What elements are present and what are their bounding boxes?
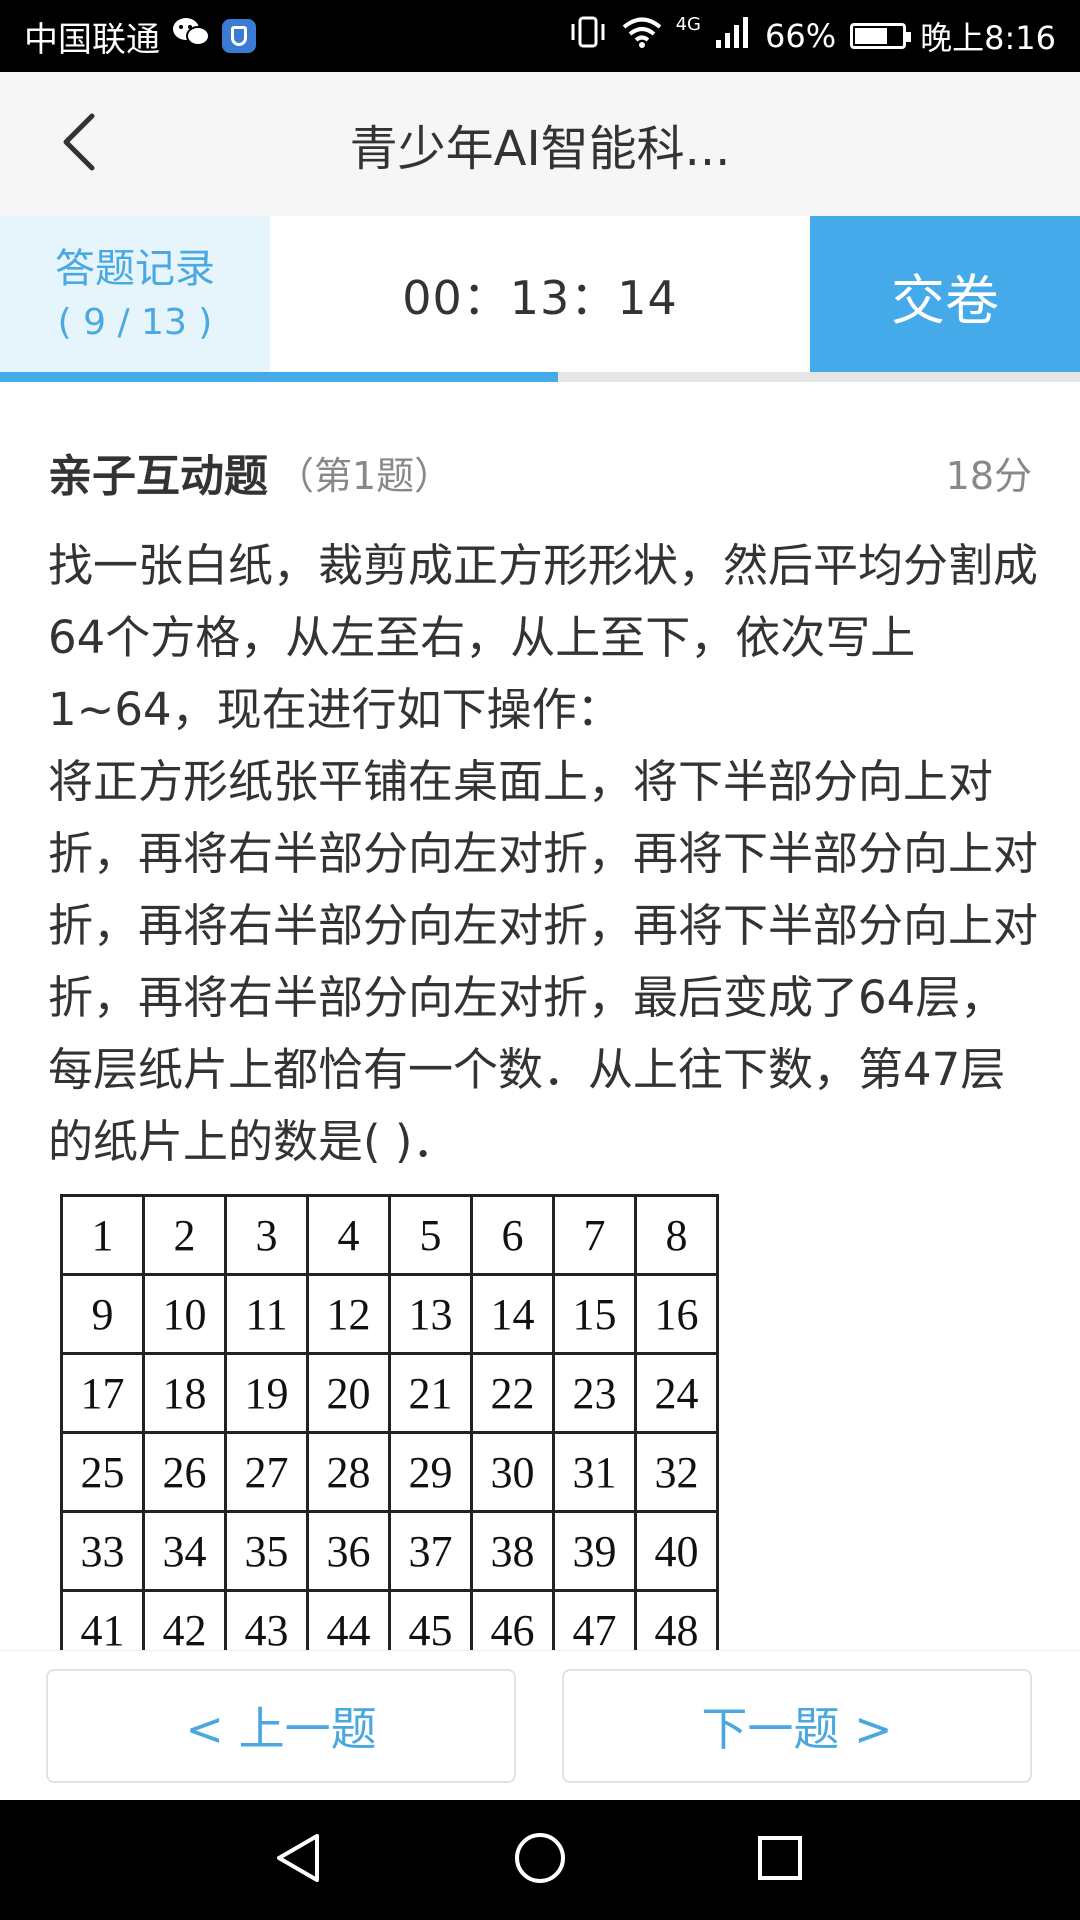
grid-cell: 32 — [634, 1431, 719, 1513]
grid-cell: 36 — [306, 1510, 391, 1592]
system-recent-button[interactable] — [744, 1824, 816, 1896]
wifi-icon — [622, 16, 662, 56]
grid-cell: 13 — [388, 1273, 473, 1355]
grid-cell: 43 — [224, 1589, 309, 1650]
wechat-icon — [172, 16, 210, 57]
grid-cell: 6 — [470, 1194, 555, 1276]
question-score: 18分 — [945, 453, 1032, 498]
grid-cell: 17 — [60, 1352, 145, 1434]
square-recent-icon — [756, 1834, 804, 1886]
grid-cell: 15 — [552, 1273, 637, 1355]
grid-cell: 27 — [224, 1431, 309, 1513]
grid-cell: 26 — [142, 1431, 227, 1513]
answer-record-button[interactable]: 答题记录 ( 9 / 13 ) — [0, 216, 270, 374]
grid-row: 25 26 27 28 29 30 31 32 — [60, 1431, 719, 1513]
grid-cell: 42 — [142, 1589, 227, 1650]
system-back-button[interactable] — [262, 1824, 334, 1896]
question-content[interactable]: 亲子互动题 （第1题） 18分 找一张白纸，裁剪成正方形形状，然后平均分割成64… — [0, 382, 1080, 1650]
grid-cell: 3 — [224, 1194, 309, 1276]
grid-cell: 11 — [224, 1273, 309, 1355]
clock-label: 晚上8:16 — [920, 19, 1056, 57]
grid-cell: 8 — [634, 1194, 719, 1276]
system-home-button[interactable] — [504, 1824, 576, 1896]
battery-percent-label: 66% — [765, 17, 837, 55]
grid-cell: 39 — [552, 1510, 637, 1592]
grid-cell: 34 — [142, 1510, 227, 1592]
grid-cell: 47 — [552, 1589, 637, 1650]
grid-row: 12345678 — [60, 1194, 719, 1276]
grid-cell: 2 — [142, 1194, 227, 1276]
page-title: 青少年AI智能科... — [349, 121, 731, 177]
grid-cell: 7 — [552, 1194, 637, 1276]
system-navigation-bar — [0, 1800, 1080, 1920]
answer-record-label: 答题记录 — [55, 246, 215, 292]
grid-cell: 29 — [388, 1431, 473, 1513]
grid-cell: 10 — [142, 1273, 227, 1355]
network-type-label: 4G — [675, 14, 701, 35]
question-text: 找一张白纸，裁剪成正方形形状，然后平均分割成64个方格，从左至右，从上至下，依次… — [48, 539, 1039, 1168]
prev-question-button[interactable]: < 上一题 — [46, 1669, 516, 1783]
grid-cell: 4 — [306, 1194, 391, 1276]
grid-cell: 19 — [224, 1352, 309, 1434]
grid-cell: 37 — [388, 1510, 473, 1592]
grid-row: 9 10 11 12 13 14 15 16 — [60, 1273, 719, 1355]
battery-icon — [850, 23, 912, 49]
grid-cell: 38 — [470, 1510, 555, 1592]
grid-cell: 24 — [634, 1352, 719, 1434]
grid-cell: 18 — [142, 1352, 227, 1434]
circle-home-icon — [513, 1831, 567, 1889]
question-index: （第1题） — [276, 453, 453, 498]
grid-cell: 41 — [60, 1589, 145, 1650]
exam-toolbar: 答题记录 ( 9 / 13 ) 00：13：14 交卷 — [0, 216, 1080, 374]
grid-cell: 20 — [306, 1352, 391, 1434]
grid-cell: 23 — [552, 1352, 637, 1434]
back-button[interactable] — [40, 100, 120, 188]
grid-cell: 25 — [60, 1431, 145, 1513]
question-type: 亲子互动题 — [48, 451, 268, 502]
grid-cell: 30 — [470, 1431, 555, 1513]
next-question-button[interactable]: 下一题 > — [562, 1669, 1032, 1783]
signal-icon — [715, 16, 751, 56]
question-navigation: < 上一题 下一题 > — [0, 1650, 1080, 1801]
grid-cell: 33 — [60, 1510, 145, 1592]
status-right: 4G 66% 晚上8:16 — [568, 0, 1056, 72]
grid-cell: 40 — [634, 1510, 719, 1592]
question-header: 亲子互动题 （第1题） 18分 — [48, 442, 1032, 502]
grid-cell: 46 — [470, 1589, 555, 1650]
header: 青少年AI智能科... — [0, 72, 1080, 216]
answer-record-count: ( 9 / 13 ) — [57, 302, 213, 343]
grid-cell: 9 — [60, 1273, 145, 1355]
grid-cell: 48 — [634, 1589, 719, 1650]
timer: 00：13：14 — [402, 271, 678, 325]
shield-icon — [222, 19, 256, 53]
grid-row: 41 42 43 44 45 46 47 48 — [60, 1589, 719, 1650]
grid-cell: 35 — [224, 1510, 309, 1592]
chevron-left-icon — [60, 112, 100, 176]
status-left: 中国联通 — [24, 0, 256, 72]
grid-cell: 31 — [552, 1431, 637, 1513]
grid-cell: 12 — [306, 1273, 391, 1355]
grid-cell: 22 — [470, 1352, 555, 1434]
grid-row: 33 34 35 36 37 38 39 40 — [60, 1510, 719, 1592]
status-bar: 中国联通 4G 66% 晚上8:16 — [0, 0, 1080, 72]
grid-cell: 45 — [388, 1589, 473, 1650]
grid-cell: 16 — [634, 1273, 719, 1355]
grid-row: 17 18 19 20 21 22 23 24 — [60, 1352, 719, 1434]
submit-exam-button[interactable]: 交卷 — [810, 216, 1080, 374]
number-grid: 1 2 3 4 5 6 7 8 9 10 11 12 13 14 15 16 17 18 19 20 21 22 23 24 2… — [60, 1194, 719, 1650]
progress-fill — [0, 372, 559, 382]
grid-cell: 5 — [388, 1194, 473, 1276]
triangle-back-icon — [273, 1832, 323, 1888]
grid-cell: 44 — [306, 1589, 391, 1650]
number-grid-image: 1 2 3 4 5 6 7 8 9 10 11 12 13 14 15 16 17 18 19 20 21 22 23 24 2… — [60, 1194, 719, 1650]
grid-cell: 28 — [306, 1431, 391, 1513]
vibrate-icon — [568, 15, 608, 57]
carrier-label: 中国联通 — [24, 19, 160, 60]
grid-cell: 21 — [388, 1352, 473, 1434]
progress-bar — [0, 372, 1080, 382]
grid-cell: 14 — [470, 1273, 555, 1355]
grid-cell: 1 — [60, 1194, 145, 1276]
